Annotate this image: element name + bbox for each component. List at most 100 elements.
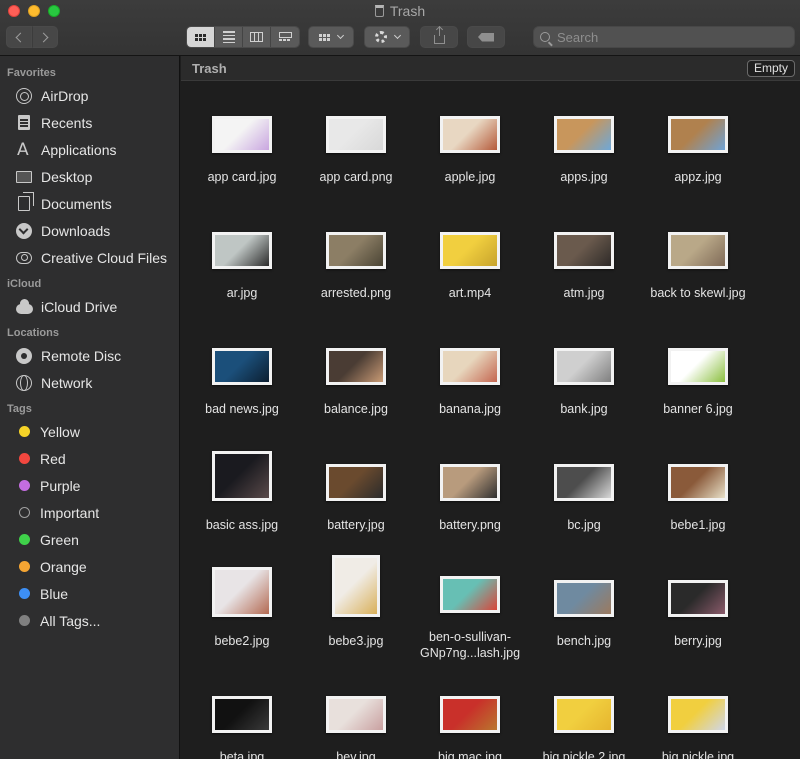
sidebar-item-orange[interactable]: Orange xyxy=(0,553,179,580)
file-item[interactable]: big pickle 2.jpg xyxy=(527,661,641,759)
file-thumbnail[interactable] xyxy=(668,232,728,269)
sidebar-item-label: Documents xyxy=(41,195,112,212)
file-thumbnail[interactable] xyxy=(440,464,500,501)
sidebar-item-icloud-drive[interactable]: iCloud Drive xyxy=(0,293,179,320)
file-item[interactable]: app card.png xyxy=(299,81,413,197)
search-field[interactable] xyxy=(533,26,795,48)
file-item[interactable]: bank.jpg xyxy=(527,313,641,429)
file-thumbnail[interactable] xyxy=(440,696,500,733)
file-item[interactable]: bad news.jpg xyxy=(185,313,299,429)
sidebar-item-all-tags[interactable]: All Tags... xyxy=(0,607,179,634)
file-item[interactable]: bebe1.jpg xyxy=(641,429,755,545)
file-item[interactable]: big pickle.jpg xyxy=(641,661,755,759)
file-thumbnail[interactable] xyxy=(668,580,728,617)
file-item[interactable]: beta.jpg xyxy=(185,661,299,759)
thumbnail-frame xyxy=(668,323,728,385)
sidebar-item-network[interactable]: Network xyxy=(0,369,179,396)
file-item[interactable]: bebe3.jpg xyxy=(299,545,413,661)
back-button[interactable] xyxy=(6,26,32,48)
file-browser: Trash Empty app card.jpg app card.png ap… xyxy=(181,56,800,759)
file-thumbnail[interactable] xyxy=(212,696,272,733)
file-thumbnail[interactable] xyxy=(212,567,272,617)
file-thumbnail[interactable] xyxy=(326,116,386,153)
file-item[interactable]: banner 6.jpg xyxy=(641,313,755,429)
file-item[interactable]: atm.jpg xyxy=(527,197,641,313)
thumbnail-frame xyxy=(554,91,614,153)
forward-button[interactable] xyxy=(32,26,58,48)
tags-button[interactable] xyxy=(467,26,505,48)
icon-view-button[interactable] xyxy=(187,27,215,47)
file-thumbnail[interactable] xyxy=(326,464,386,501)
column-view-button[interactable] xyxy=(243,27,271,47)
sidebar-item-downloads[interactable]: Downloads xyxy=(0,217,179,244)
file-item[interactable]: apps.jpg xyxy=(527,81,641,197)
list-view-button[interactable] xyxy=(215,27,243,47)
file-item[interactable]: appz.jpg xyxy=(641,81,755,197)
file-thumbnail[interactable] xyxy=(440,348,500,385)
file-item[interactable]: ben-o-sullivan-GNp7ng...lash.jpg xyxy=(413,545,527,661)
sidebar-item-creative-cloud-files[interactable]: Creative Cloud Files xyxy=(0,244,179,271)
sidebar-item-applications[interactable]: Applications xyxy=(0,136,179,163)
file-item[interactable]: banana.jpg xyxy=(413,313,527,429)
file-thumbnail[interactable] xyxy=(668,464,728,501)
file-thumbnail[interactable] xyxy=(212,116,272,153)
file-item[interactable]: art.mp4 xyxy=(413,197,527,313)
file-item[interactable]: ar.jpg xyxy=(185,197,299,313)
file-item[interactable]: apple.jpg xyxy=(413,81,527,197)
file-item[interactable]: bc.jpg xyxy=(527,429,641,545)
file-thumbnail[interactable] xyxy=(212,348,272,385)
file-thumbnail[interactable] xyxy=(440,576,500,613)
file-thumbnail[interactable] xyxy=(554,580,614,617)
file-thumbnail[interactable] xyxy=(212,232,272,269)
sidebar-item-recents[interactable]: Recents xyxy=(0,109,179,136)
search-input[interactable] xyxy=(557,29,777,45)
file-thumbnail[interactable] xyxy=(668,348,728,385)
file-item[interactable]: arrested.png xyxy=(299,197,413,313)
action-menu-button[interactable] xyxy=(364,26,410,48)
file-thumbnail[interactable] xyxy=(440,116,500,153)
file-thumbnail[interactable] xyxy=(326,232,386,269)
file-thumbnail[interactable] xyxy=(554,232,614,269)
file-thumbnail[interactable] xyxy=(668,116,728,153)
file-thumbnail[interactable] xyxy=(326,348,386,385)
file-thumbnail[interactable] xyxy=(554,348,614,385)
file-item[interactable]: berry.jpg xyxy=(641,545,755,661)
file-name: ben-o-sullivan-GNp7ng...lash.jpg xyxy=(419,630,521,660)
file-item[interactable]: bebe2.jpg xyxy=(185,545,299,661)
sidebar-item-purple[interactable]: Purple xyxy=(0,472,179,499)
file-name: big pickle 2.jpg xyxy=(542,750,626,759)
sidebar-item-yellow[interactable]: Yellow xyxy=(0,418,179,445)
file-item[interactable]: big mac.jpg xyxy=(413,661,527,759)
file-item[interactable]: bench.jpg xyxy=(527,545,641,661)
sidebar-item-green[interactable]: Green xyxy=(0,526,179,553)
sidebar-item-red[interactable]: Red xyxy=(0,445,179,472)
empty-trash-button[interactable]: Empty xyxy=(746,59,795,77)
sidebar-item-remote-disc[interactable]: Remote Disc xyxy=(0,342,179,369)
sidebar-item-documents[interactable]: Documents xyxy=(0,190,179,217)
file-thumbnail[interactable] xyxy=(440,232,500,269)
gallery-view-button[interactable] xyxy=(271,27,299,47)
file-item[interactable]: battery.jpg xyxy=(299,429,413,545)
file-thumbnail[interactable] xyxy=(212,451,272,501)
sidebar-section-title: Tags xyxy=(7,403,32,415)
file-item[interactable]: basic ass.jpg xyxy=(185,429,299,545)
file-item[interactable]: app card.jpg xyxy=(185,81,299,197)
share-button[interactable] xyxy=(420,26,458,48)
file-thumbnail[interactable] xyxy=(554,464,614,501)
file-thumbnail[interactable] xyxy=(554,696,614,733)
sidebar-item-blue[interactable]: Blue xyxy=(0,580,179,607)
thumbnail-frame xyxy=(554,439,614,501)
file-thumbnail[interactable] xyxy=(554,116,614,153)
file-item[interactable]: balance.jpg xyxy=(299,313,413,429)
file-item[interactable]: bev.jpg xyxy=(299,661,413,759)
sidebar-item-airdrop[interactable]: AirDrop xyxy=(0,82,179,109)
sidebar-item-important[interactable]: Important xyxy=(0,499,179,526)
file-item[interactable]: battery.png xyxy=(413,429,527,545)
sidebar-item-desktop[interactable]: Desktop xyxy=(0,163,179,190)
file-thumbnail[interactable] xyxy=(332,555,380,617)
file-item[interactable]: back to skewl.jpg xyxy=(641,197,755,313)
file-name: apps.jpg xyxy=(560,170,608,184)
file-thumbnail[interactable] xyxy=(668,696,728,733)
group-by-button[interactable] xyxy=(308,26,354,48)
file-thumbnail[interactable] xyxy=(326,696,386,733)
